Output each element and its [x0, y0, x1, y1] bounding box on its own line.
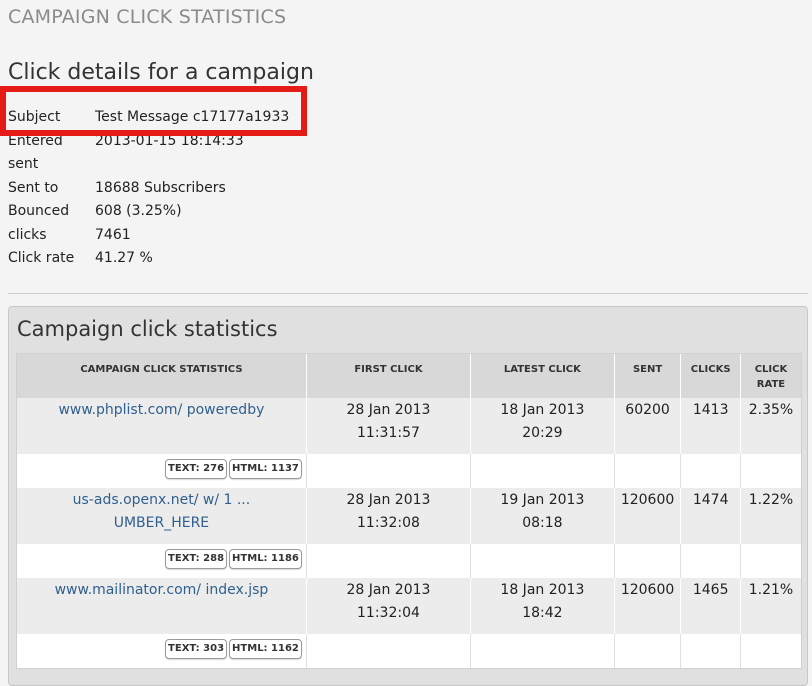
click-statistics-panel: Campaign click statistics CAMPAIGN CLICK…	[8, 306, 808, 686]
latest-click-date: 18 Jan 2013	[500, 582, 585, 598]
empty-cell	[306, 634, 472, 668]
detail-row-clicks: clicks 7461	[8, 224, 289, 248]
latest-click-cell: 18 Jan 2013 18:42	[470, 578, 615, 634]
detail-label: clicks	[8, 226, 47, 243]
latest-click-time: 20:29	[522, 425, 563, 441]
empty-cell	[614, 454, 682, 488]
empty-cell	[470, 634, 615, 668]
empty-cell	[306, 544, 472, 578]
detail-value: 18688 Subscribers	[95, 179, 226, 196]
empty-cell	[740, 454, 801, 488]
empty-cell	[680, 544, 741, 578]
first-click-time: 11:32:04	[357, 605, 420, 621]
html-clicks-badge: HTML: 1137	[229, 459, 302, 479]
url-link-continued[interactable]: UMBER_HERE	[114, 515, 209, 531]
tag-row: TEXT: 288 HTML: 1186	[17, 544, 801, 578]
table-row: www.mailinator.com/ index.jsp 28 Jan 201…	[17, 578, 801, 634]
column-header-sent[interactable]: SENT	[614, 354, 682, 398]
first-click-time: 11:32:08	[357, 515, 420, 531]
detail-value	[95, 153, 289, 177]
latest-click-time: 08:18	[522, 515, 563, 531]
section-divider	[8, 293, 808, 294]
sent-cell: 120600	[614, 488, 682, 544]
first-click-date: 28 Jan 2013	[346, 402, 431, 418]
clicks-cell: 1465	[680, 578, 741, 634]
click-rate-cell: 2.35%	[740, 398, 801, 454]
url-cell: www.phplist.com/ poweredby	[17, 398, 307, 454]
subject-highlight-box	[0, 86, 307, 136]
latest-click-date: 19 Jan 2013	[500, 492, 585, 508]
first-click-time: 11:31:57	[357, 425, 420, 441]
column-header-click-rate[interactable]: CLICK RATE	[740, 354, 801, 398]
table-header-row: CAMPAIGN CLICK STATISTICS FIRST CLICK LA…	[17, 354, 801, 398]
stats-table-wrapper: CAMPAIGN CLICK STATISTICS FIRST CLICK LA…	[16, 353, 802, 669]
detail-row-sent: sent	[8, 153, 289, 177]
column-header-latest-click[interactable]: LATEST CLICK	[470, 354, 615, 398]
clicks-cell: 1413	[680, 398, 741, 454]
url-link[interactable]: www.phplist.com/ poweredby	[58, 402, 264, 418]
latest-click-cell: 18 Jan 2013 20:29	[470, 398, 615, 454]
clicks-cell: 1474	[680, 488, 741, 544]
panel-title: Campaign click statistics	[17, 317, 278, 341]
detail-row-click-rate: Click rate 41.27 %	[8, 247, 289, 271]
detail-value: 41.27 %	[95, 250, 153, 266]
latest-click-date: 18 Jan 2013	[500, 402, 585, 418]
sent-cell: 60200	[614, 398, 682, 454]
table-row: www.phplist.com/ poweredby 28 Jan 2013 1…	[17, 398, 801, 454]
click-rate-cell: 1.22%	[740, 488, 801, 544]
html-clicks-badge: HTML: 1162	[229, 639, 302, 659]
detail-label: Bounced	[8, 203, 70, 219]
tag-cell: TEXT: 288 HTML: 1186	[17, 544, 307, 578]
tag-row: TEXT: 303 HTML: 1162	[17, 634, 801, 668]
empty-cell	[740, 544, 801, 578]
url-cell: us-ads.openx.net/ w/ 1 ... UMBER_HERE	[17, 488, 307, 544]
column-header-url[interactable]: CAMPAIGN CLICK STATISTICS	[17, 354, 307, 398]
url-cell: www.mailinator.com/ index.jsp	[17, 578, 307, 634]
column-header-clicks[interactable]: CLICKS	[680, 354, 741, 398]
detail-row-sent-to: Sent to 18688 Subscribers	[8, 177, 289, 201]
page-header: CAMPAIGN CLICK STATISTICS	[8, 6, 287, 28]
empty-cell	[470, 544, 615, 578]
empty-cell	[680, 634, 741, 668]
first-click-cell: 28 Jan 2013 11:32:08	[306, 488, 472, 544]
table-row: us-ads.openx.net/ w/ 1 ... UMBER_HERE 28…	[17, 488, 801, 544]
detail-label: Click rate	[8, 250, 75, 266]
tag-row: TEXT: 276 HTML: 1137	[17, 454, 801, 488]
click-rate-cell: 1.21%	[740, 578, 801, 634]
detail-value: 608 (3.25%)	[95, 203, 182, 219]
first-click-date: 28 Jan 2013	[346, 492, 431, 508]
text-clicks-badge: TEXT: 303	[165, 639, 228, 659]
detail-row-bounced: Bounced 608 (3.25%)	[8, 200, 289, 224]
empty-cell	[470, 454, 615, 488]
empty-cell	[680, 454, 741, 488]
text-clicks-badge: TEXT: 276	[165, 459, 228, 479]
tag-cell: TEXT: 276 HTML: 1137	[17, 454, 307, 488]
url-link[interactable]: www.mailinator.com/ index.jsp	[55, 582, 269, 598]
empty-cell	[614, 544, 682, 578]
first-click-cell: 28 Jan 2013 11:31:57	[306, 398, 472, 454]
click-stats-table: CAMPAIGN CLICK STATISTICS FIRST CLICK LA…	[17, 354, 801, 668]
empty-cell	[614, 634, 682, 668]
latest-click-time: 18:42	[522, 605, 563, 621]
first-click-cell: 28 Jan 2013 11:32:04	[306, 578, 472, 634]
details-title: Click details for a campaign	[8, 60, 314, 85]
column-header-first-click[interactable]: FIRST CLICK	[306, 354, 472, 398]
detail-label: Sent to	[8, 179, 59, 196]
empty-cell	[306, 454, 472, 488]
detail-value: 7461	[95, 226, 131, 243]
url-link[interactable]: us-ads.openx.net/ w/ 1 ...	[73, 492, 251, 508]
latest-click-cell: 19 Jan 2013 08:18	[470, 488, 615, 544]
column-header-click-rate-line1: CLICK	[754, 364, 788, 375]
html-clicks-badge: HTML: 1186	[229, 549, 302, 569]
tag-cell: TEXT: 303 HTML: 1162	[17, 634, 307, 668]
empty-cell	[740, 634, 801, 668]
column-header-click-rate-line2: RATE	[756, 379, 786, 390]
text-clicks-badge: TEXT: 288	[165, 549, 228, 569]
first-click-date: 28 Jan 2013	[346, 582, 431, 598]
sent-cell: 120600	[614, 578, 682, 634]
detail-label: sent	[8, 156, 39, 172]
